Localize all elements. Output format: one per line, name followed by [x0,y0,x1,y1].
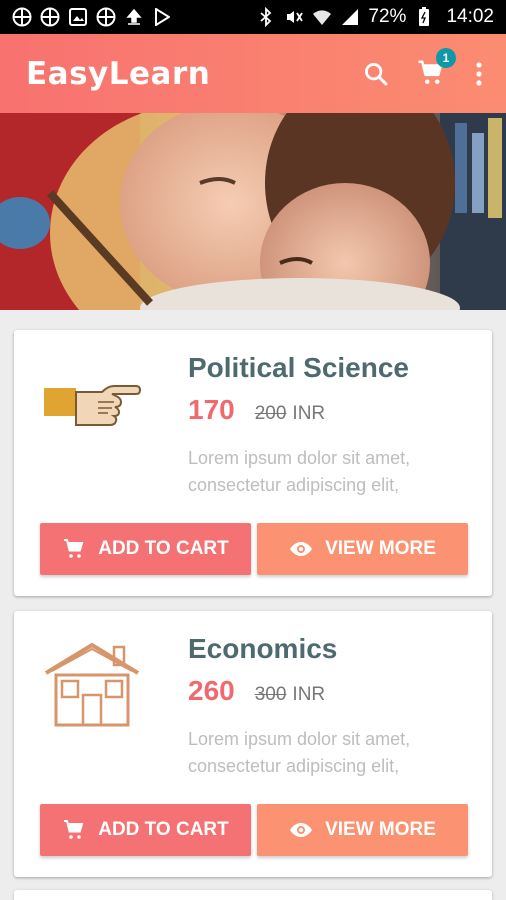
currency-label: INR [292,684,326,705]
app-bar: EasyLearn 1 [0,34,506,113]
current-price: 170 [188,394,235,425]
course-description: Lorem ipsum dolor sit amet, consectetur … [188,729,411,776]
cart-button[interactable]: 1 [416,47,456,90]
view-more-button[interactable]: VIEW MORE [257,804,468,856]
app-title: EasyLearn [26,55,211,92]
more-vert-icon[interactable] [474,61,484,87]
battery-percent: 72% [368,6,407,27]
add-to-cart-label: ADD TO CART [98,538,229,559]
notification-grid-icon [96,7,116,27]
price-row: 260 300 INR [188,675,325,707]
add-to-cart-button[interactable]: ADD TO CART [40,804,251,856]
notification-grid-icon [40,7,60,27]
course-card-partial[interactable] [14,890,492,900]
upload-icon [124,7,144,27]
view-more-button[interactable]: VIEW MORE [257,523,468,575]
view-more-label: VIEW MORE [325,538,436,559]
course-description: Lorem ipsum dolor sit amet, consectetur … [188,448,411,495]
add-to-cart-button[interactable]: ADD TO CART [40,523,251,575]
status-bar: 72% 14:02 [0,0,506,34]
eye-icon [289,537,313,561]
course-card[interactable]: Political Science 170 200 INR Lorem ipsu… [14,330,492,596]
pointing-hand-icon [42,358,142,448]
add-to-cart-label: ADD TO CART [98,819,229,840]
wifi-icon [312,7,332,27]
course-title: Economics [188,633,338,664]
play-store-icon [152,7,172,27]
eye-icon [289,818,313,842]
bluetooth-icon [256,7,276,27]
signal-icon [340,7,360,27]
hero-banner-image [0,113,506,310]
battery-icon [414,7,434,27]
mute-icon [284,7,304,27]
search-icon[interactable] [362,60,390,88]
image-icon [68,7,88,27]
view-more-label: VIEW MORE [325,819,436,840]
old-price: 300 [254,684,287,705]
currency-label: INR [292,403,326,424]
house-icon [42,639,142,729]
clock: 14:02 [446,6,494,27]
course-card[interactable]: Economics 260 300 INR Lorem ipsum dolor … [14,611,492,877]
old-price: 200 [254,403,287,424]
price-row: 170 200 INR [188,394,325,426]
current-price: 260 [188,675,235,706]
cart-count-badge: 1 [436,47,456,68]
course-title: Political Science [188,352,409,383]
cart-icon [62,537,86,561]
cart-icon [62,818,86,842]
notification-grid-icon [12,7,32,27]
